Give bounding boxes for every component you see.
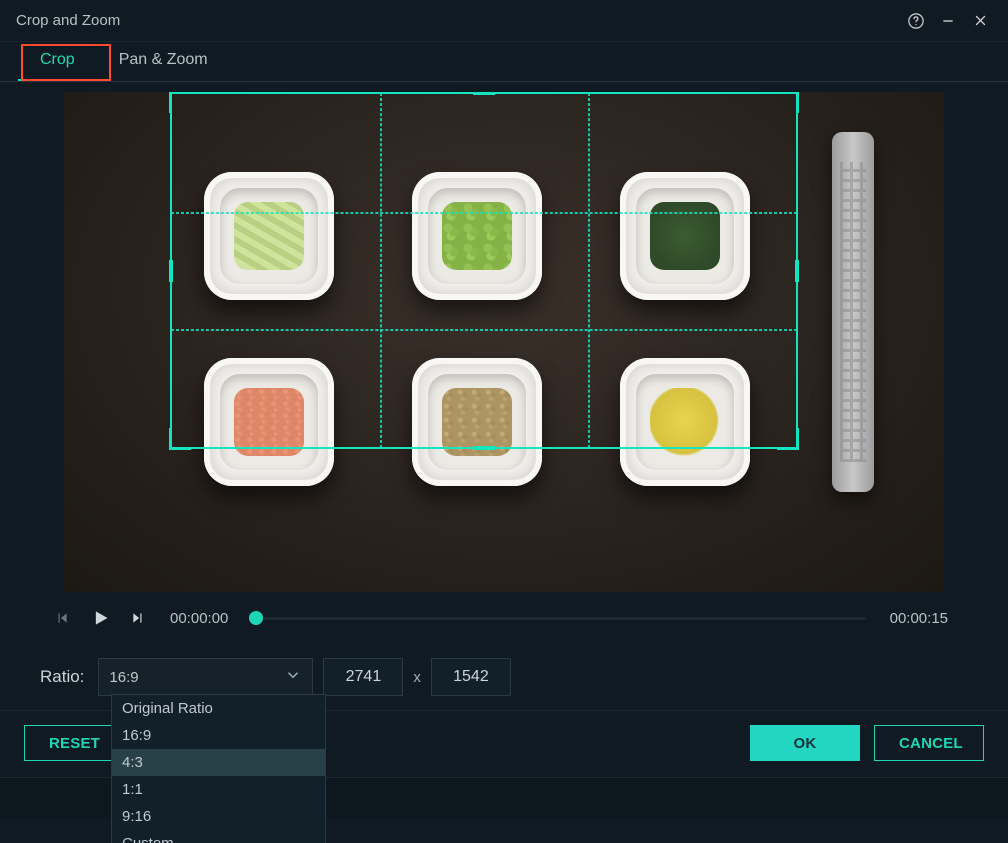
- zester: [832, 132, 874, 492]
- ingredient: [620, 358, 750, 486]
- ratio-option[interactable]: Custom: [112, 830, 325, 843]
- video-preview[interactable]: [64, 92, 944, 592]
- ingredient: [620, 172, 750, 300]
- prev-frame-icon[interactable]: [50, 606, 74, 630]
- ratio-select[interactable]: 16:9: [98, 658, 313, 696]
- play-icon[interactable]: [88, 606, 112, 630]
- ratio-option[interactable]: 4:3: [112, 749, 325, 776]
- ratio-option[interactable]: 16:9: [112, 722, 325, 749]
- timeline-playhead[interactable]: [249, 611, 263, 625]
- tab-pan-zoom[interactable]: Pan & Zoom: [97, 42, 230, 81]
- window-title: Crop and Zoom: [16, 12, 898, 29]
- ingredient: [412, 358, 542, 486]
- close-icon[interactable]: [966, 7, 994, 35]
- ingredient: [204, 172, 334, 300]
- ratio-option[interactable]: Original Ratio: [112, 695, 325, 722]
- ratio-option[interactable]: 9:16: [112, 803, 325, 830]
- player-controls: 00:00:00 00:00:15: [0, 592, 1008, 646]
- chevron-down-icon: [284, 666, 302, 688]
- ok-button[interactable]: OK: [750, 725, 860, 761]
- cancel-button[interactable]: CANCEL: [874, 725, 984, 761]
- time-current: 00:00:00: [170, 610, 242, 627]
- ingredient: [412, 172, 542, 300]
- title-bar: Crop and Zoom: [0, 0, 1008, 42]
- tab-crop[interactable]: Crop: [18, 42, 97, 81]
- ingredient: [204, 358, 334, 486]
- tab-bar: Crop Pan & Zoom: [0, 42, 1008, 82]
- reset-button[interactable]: RESET: [24, 725, 125, 761]
- help-icon[interactable]: [902, 7, 930, 35]
- next-frame-icon[interactable]: [126, 606, 150, 630]
- ratio-option[interactable]: 1:1: [112, 776, 325, 803]
- ratio-dropdown[interactable]: Original Ratio16:94:31:19:16Custom: [111, 694, 326, 843]
- timeline-slider[interactable]: [256, 606, 866, 630]
- ratio-label: Ratio:: [40, 667, 84, 687]
- preview-surface: [64, 92, 944, 592]
- ratio-selected-value: 16:9: [109, 669, 138, 686]
- crop-width-input[interactable]: [323, 658, 403, 696]
- minimize-icon[interactable]: [934, 7, 962, 35]
- crop-height-input[interactable]: [431, 658, 511, 696]
- preview-container: [0, 82, 1008, 592]
- multiply-label: x: [413, 669, 421, 686]
- time-end: 00:00:15: [890, 610, 948, 627]
